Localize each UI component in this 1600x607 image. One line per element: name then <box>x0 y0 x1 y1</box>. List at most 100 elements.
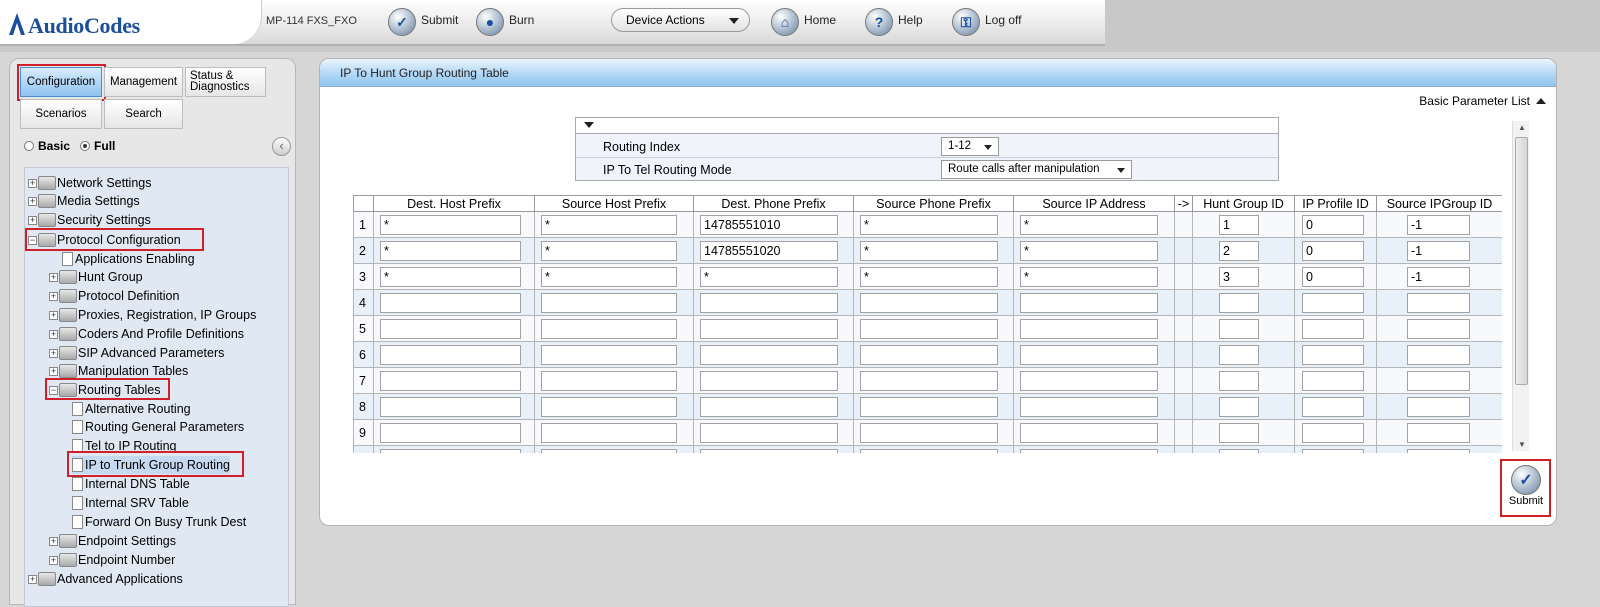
dest-host-input[interactable] <box>380 344 521 365</box>
dest-host-input[interactable] <box>380 448 521 453</box>
src-ip-input[interactable] <box>1020 422 1158 443</box>
dest-phone-input[interactable] <box>700 318 838 339</box>
hunt-group-input[interactable] <box>1219 344 1259 365</box>
src-ipgroup-input[interactable]: -1 <box>1407 266 1470 287</box>
tab-status-diagnostics[interactable]: Status & Diagnostics <box>185 67 266 97</box>
tree-item-media-settings[interactable]: + Media Settings <box>28 192 140 210</box>
src-ip-input[interactable] <box>1020 396 1158 417</box>
src-ip-input[interactable] <box>1020 318 1158 339</box>
src-phone-input[interactable]: * <box>860 240 998 261</box>
submit-button-bottom[interactable]: ✓ Submit <box>1504 463 1548 515</box>
hunt-group-input[interactable] <box>1219 448 1259 453</box>
src-ip-input[interactable] <box>1020 448 1158 453</box>
hunt-group-input[interactable] <box>1219 370 1259 391</box>
tree-item-coders[interactable]: + Coders And Profile Definitions <box>49 325 244 343</box>
tree-item-applications-enabling[interactable]: Applications Enabling <box>62 250 195 268</box>
src-ipgroup-input[interactable] <box>1407 422 1470 443</box>
dest-host-input[interactable]: * <box>380 240 521 261</box>
hunt-group-input[interactable]: 1 <box>1219 214 1259 235</box>
tree-item-alternative-routing[interactable]: Alternative Routing <box>72 400 191 418</box>
tree-item-internal-srv[interactable]: Internal SRV Table <box>72 494 189 512</box>
submit-button[interactable]: ✓ Submit <box>388 8 458 36</box>
src-host-input[interactable] <box>541 448 677 453</box>
src-host-input[interactable] <box>541 318 677 339</box>
tab-search[interactable]: Search <box>104 99 183 129</box>
ip-profile-input[interactable] <box>1302 292 1364 313</box>
ip-profile-input[interactable] <box>1302 370 1364 391</box>
hunt-group-input[interactable] <box>1219 292 1259 313</box>
dest-host-input[interactable]: * <box>380 266 521 287</box>
dest-host-input[interactable] <box>380 292 521 313</box>
src-phone-input[interactable] <box>860 318 998 339</box>
dest-host-input[interactable] <box>380 396 521 417</box>
ip-profile-input[interactable] <box>1302 396 1364 417</box>
ip-profile-input[interactable] <box>1302 344 1364 365</box>
src-phone-input[interactable]: * <box>860 266 998 287</box>
dest-phone-input[interactable] <box>700 422 838 443</box>
hunt-group-input[interactable] <box>1219 396 1259 417</box>
src-phone-input[interactable] <box>860 344 998 365</box>
hunt-group-input[interactable] <box>1219 318 1259 339</box>
src-ip-input[interactable]: * <box>1020 266 1158 287</box>
help-button[interactable]: ? Help <box>865 8 923 36</box>
table-scrollbar[interactable]: ▲ ▼ <box>1512 121 1529 451</box>
dest-phone-input[interactable] <box>700 396 838 417</box>
src-ipgroup-input[interactable]: -1 <box>1407 214 1470 235</box>
tree-item-endpoint-settings[interactable]: + Endpoint Settings <box>49 532 176 550</box>
ip-profile-input[interactable]: 0 <box>1302 240 1364 261</box>
full-radio[interactable] <box>80 141 91 151</box>
src-ip-input[interactable] <box>1020 292 1158 313</box>
collapse-panel-button[interactable]: ‹ <box>272 137 291 156</box>
dest-phone-input[interactable] <box>700 292 838 313</box>
src-phone-input[interactable] <box>860 396 998 417</box>
tree-item-advanced-applications[interactable]: + Advanced Applications <box>28 570 183 588</box>
src-host-input[interactable] <box>541 396 677 417</box>
tree-item-routing-general[interactable]: Routing General Parameters <box>72 418 244 436</box>
dest-phone-input[interactable] <box>700 448 838 453</box>
src-host-input[interactable] <box>541 422 677 443</box>
tree-item-internal-dns[interactable]: Internal DNS Table <box>72 475 190 493</box>
tree-item-hunt-group[interactable]: + Hunt Group <box>49 268 143 286</box>
tab-scenarios[interactable]: Scenarios <box>20 99 102 129</box>
src-ipgroup-input[interactable] <box>1407 292 1470 313</box>
src-ipgroup-input[interactable] <box>1407 396 1470 417</box>
ip-profile-input[interactable]: 0 <box>1302 214 1364 235</box>
burn-button[interactable]: ● Burn <box>476 8 534 36</box>
ip-profile-input[interactable] <box>1302 448 1364 453</box>
src-ipgroup-input[interactable]: -1 <box>1407 240 1470 261</box>
dest-phone-input[interactable] <box>700 370 838 391</box>
dest-phone-input[interactable]: * <box>700 266 838 287</box>
home-button[interactable]: ⌂ Home <box>771 8 836 36</box>
basic-parameter-list-toggle[interactable]: Basic Parameter List <box>1419 94 1546 108</box>
dest-phone-input[interactable]: 14785551020 <box>700 240 838 261</box>
src-host-input[interactable]: * <box>541 240 677 261</box>
tree-item-sip-advanced[interactable]: + SIP Advanced Parameters <box>49 344 224 362</box>
src-ipgroup-input[interactable] <box>1407 318 1470 339</box>
src-ipgroup-input[interactable] <box>1407 448 1470 453</box>
src-ipgroup-input[interactable] <box>1407 344 1470 365</box>
tree-item-endpoint-number[interactable]: + Endpoint Number <box>49 551 175 569</box>
scrollbar-thumb[interactable] <box>1515 137 1528 385</box>
src-phone-input[interactable]: * <box>860 214 998 235</box>
dest-phone-input[interactable] <box>700 344 838 365</box>
tab-management[interactable]: Management <box>104 67 183 97</box>
tree-item-proxies[interactable]: + Proxies, Registration, IP Groups <box>49 306 256 324</box>
src-host-input[interactable] <box>541 370 677 391</box>
device-actions-dropdown[interactable]: Device Actions <box>611 8 750 32</box>
ip-profile-input[interactable]: 0 <box>1302 266 1364 287</box>
routing-mode-select[interactable]: Route calls after manipulation <box>941 160 1132 179</box>
logoff-button[interactable]: ⚿ Log off <box>952 8 1021 36</box>
routing-index-select[interactable]: 1-12 <box>941 137 999 156</box>
ip-profile-input[interactable] <box>1302 422 1364 443</box>
src-host-input[interactable]: * <box>541 266 677 287</box>
hunt-group-input[interactable]: 2 <box>1219 240 1259 261</box>
src-phone-input[interactable] <box>860 370 998 391</box>
tree-item-network-settings[interactable]: + Network Settings <box>28 174 151 192</box>
params-collapse-toggle[interactable] <box>576 118 1278 134</box>
src-phone-input[interactable] <box>860 292 998 313</box>
hunt-group-input[interactable] <box>1219 422 1259 443</box>
src-host-input[interactable] <box>541 292 677 313</box>
dest-host-input[interactable] <box>380 370 521 391</box>
dest-host-input[interactable]: * <box>380 214 521 235</box>
src-ip-input[interactable]: * <box>1020 240 1158 261</box>
